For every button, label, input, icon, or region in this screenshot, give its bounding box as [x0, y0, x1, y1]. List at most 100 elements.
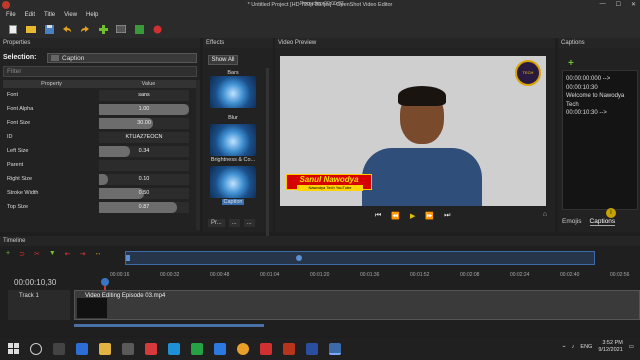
rewind-button[interactable]: ⏪ — [391, 212, 400, 220]
property-value[interactable]: 0.87 — [99, 201, 189, 213]
maximize-button[interactable]: ☐ — [616, 1, 621, 8]
timeline-zoom-bar[interactable] — [125, 251, 595, 265]
minimize-button[interactable]: — — [600, 1, 606, 8]
save-icon[interactable] — [44, 24, 54, 34]
effect-item-bars[interactable]: Bars — [209, 69, 257, 108]
tab-transitions[interactable]: ... — [228, 219, 240, 227]
explorer-icon[interactable] — [99, 343, 111, 355]
undo-icon[interactable] — [62, 24, 72, 34]
new-icon[interactable] — [8, 24, 18, 34]
lower-third-subtitle: Nawodya Tech YouTube — [297, 185, 363, 191]
telegram-icon[interactable] — [168, 343, 180, 355]
system-tray: ⌁ ♪ ENG 3:52 PM 9/12/2021 ▭ — [562, 340, 634, 354]
property-value[interactable]: 1.00 — [99, 103, 189, 115]
property-row[interactable]: Stroke Width 0.50 — [3, 186, 197, 200]
effect-item-brightness[interactable]: Brightness & Co... — [209, 124, 257, 163]
jump-start-button[interactable]: ⏮ — [375, 212, 381, 220]
property-row[interactable]: Parent — [3, 158, 197, 172]
edge-icon[interactable] — [76, 343, 88, 355]
import-icon[interactable] — [98, 24, 108, 34]
property-row[interactable]: ID KTUAZ7EOCN — [3, 130, 197, 144]
open-icon[interactable] — [26, 24, 36, 34]
property-row[interactable]: Top Size 0.87 — [3, 200, 197, 214]
property-value[interactable]: 0.34 — [99, 145, 189, 157]
recorder-icon[interactable] — [260, 343, 272, 355]
property-row[interactable]: Left Size 0.34 — [3, 144, 197, 158]
effect-item-caption[interactable]: Caption — [209, 166, 257, 205]
powerpoint-icon[interactable] — [283, 343, 295, 355]
add-track-icon[interactable]: + — [6, 250, 10, 258]
menu-file[interactable]: File — [6, 12, 16, 18]
property-value[interactable]: KTUAZ7EOCN — [99, 131, 189, 143]
captions-editor[interactable]: 00:00:00:000 --> 00:00:10:30 Welcome to … — [562, 70, 638, 218]
redo-icon[interactable] — [80, 24, 90, 34]
property-value[interactable]: 30.00 — [99, 117, 189, 129]
ruler-tick: 00:00:48 — [210, 272, 230, 278]
network-icon[interactable]: ⌁ — [562, 344, 565, 350]
notification-icon[interactable]: ▭ — [629, 344, 634, 350]
store-icon[interactable] — [122, 343, 134, 355]
snap-icon[interactable]: ⊃ — [19, 250, 25, 258]
media-icon[interactable] — [145, 343, 157, 355]
selection-dropdown[interactable]: Caption — [47, 52, 197, 63]
menu-edit[interactable]: Edit — [25, 12, 35, 18]
razor-icon[interactable]: ✂ — [34, 250, 40, 258]
record-icon[interactable] — [152, 24, 162, 34]
jump-end-button[interactable]: ⏭ — [444, 212, 450, 220]
tab-project-files[interactable]: Pr... — [208, 219, 225, 227]
volume-icon[interactable]: ♪ — [572, 344, 575, 350]
property-value[interactable]: 0.50 — [99, 187, 189, 199]
tab-captions[interactable]: Captions — [589, 218, 616, 226]
menu-bar: File Edit Title View Help — [0, 10, 640, 20]
menu-view[interactable]: View — [64, 12, 77, 18]
effect-item-blur[interactable]: Blur — [209, 114, 257, 121]
chrome-icon[interactable] — [237, 343, 249, 355]
task-view-icon[interactable] — [53, 343, 65, 355]
property-value[interactable]: sans — [99, 89, 189, 101]
properties-scrollbar[interactable] — [196, 80, 200, 230]
export-icon[interactable] — [134, 24, 144, 34]
menu-help[interactable]: Help — [86, 12, 98, 18]
video-clip[interactable]: Video Editing Episode 03.mp4 — [74, 290, 640, 320]
next-marker-icon[interactable]: ⇥ — [80, 250, 86, 258]
previous-marker-icon[interactable]: ⇤ — [65, 250, 71, 258]
word-icon[interactable] — [306, 343, 318, 355]
zoom-start-handle[interactable] — [126, 255, 130, 261]
tab-effects[interactable]: ... — [243, 219, 255, 227]
effects-scrollbar[interactable] — [266, 68, 269, 243]
openshot-taskbar-icon[interactable] — [329, 343, 341, 355]
timeline-scrollbar[interactable] — [74, 324, 264, 327]
property-value[interactable]: 0.10 — [99, 173, 189, 185]
property-row[interactable]: Font sans — [3, 88, 197, 102]
clip-title: Video Editing Episode 03.mp4 — [85, 293, 166, 299]
show-all-button[interactable]: Show All — [208, 55, 238, 65]
edge-browser-icon[interactable] — [214, 343, 226, 355]
add-marker-icon[interactable]: ▼ — [49, 250, 56, 258]
tab-emojis[interactable]: Emojis — [562, 218, 582, 226]
fast-forward-button[interactable]: ⏩ — [425, 212, 434, 220]
property-row[interactable]: Font Alpha 1.00 — [3, 102, 197, 116]
play-button[interactable]: ▶ — [410, 212, 415, 220]
track-label[interactable]: Track 1 — [8, 290, 70, 320]
language-indicator[interactable]: ENG — [580, 344, 592, 350]
add-caption-icon[interactable]: + — [568, 58, 574, 69]
clip-thumbnail — [77, 298, 107, 318]
playhead-handle[interactable] — [101, 278, 109, 286]
playback-controls: ⏮ ⏪ ▶ ⏩ ⏭ — [375, 212, 450, 220]
search-icon[interactable] — [30, 343, 42, 355]
filter-input[interactable]: Filter — [3, 66, 197, 77]
clock[interactable]: 3:52 PM 9/12/2021 — [598, 340, 622, 354]
property-value[interactable] — [99, 159, 189, 171]
timeline-ruler[interactable]: 00:00:16 00:00:32 00:00:48 00:01:04 00:01:20… — [72, 272, 640, 286]
center-playhead-icon[interactable]: ↔ — [95, 250, 102, 258]
close-button[interactable]: ✕ — [631, 1, 636, 8]
windows-start-icon[interactable] — [8, 343, 19, 356]
property-row[interactable]: Font Size 30.00 — [3, 116, 197, 130]
whatsapp-icon[interactable] — [191, 343, 203, 355]
property-row[interactable]: Right Size 0.10 — [3, 172, 197, 186]
property-name: Stroke Width — [7, 190, 39, 196]
profile-icon[interactable] — [116, 24, 126, 34]
camera-icon[interactable]: ⌂ — [543, 211, 547, 218]
zoom-end-handle[interactable] — [296, 255, 302, 261]
menu-title[interactable]: Title — [44, 12, 55, 18]
